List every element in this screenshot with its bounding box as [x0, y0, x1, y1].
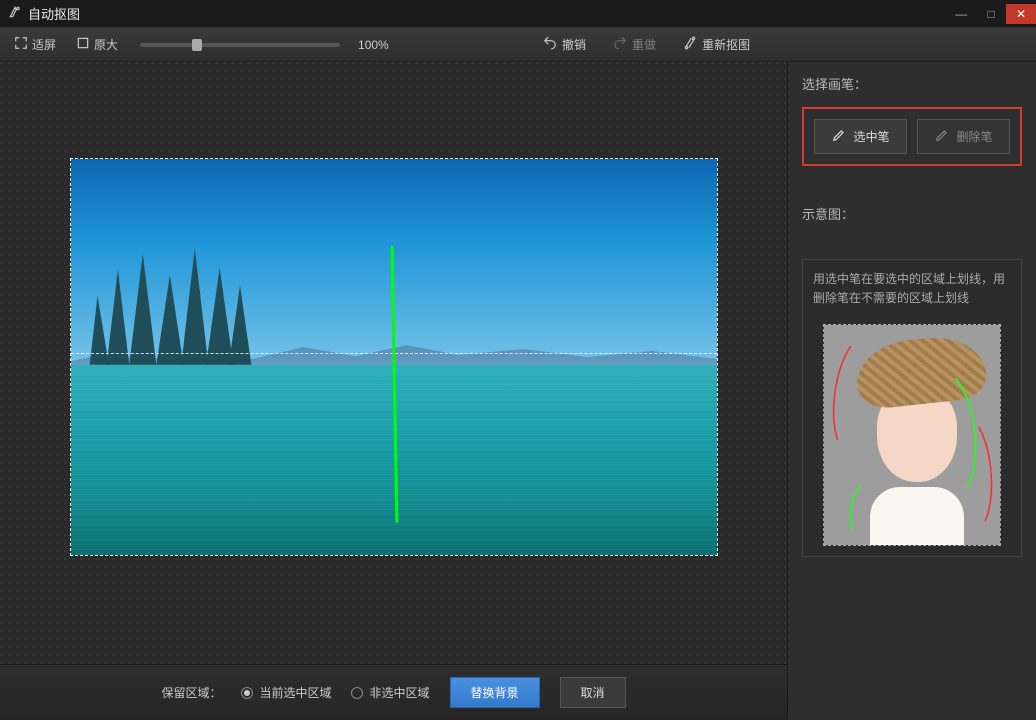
erase-brush-button[interactable]: 删除笔	[917, 119, 1010, 154]
keep-area-label: 保留区域：	[161, 684, 221, 701]
zoom-slider[interactable]	[140, 43, 340, 47]
recutout-label: 重新抠图	[702, 36, 750, 53]
canvas-area: 保留区域： 当前选中区域 非选中区域 替换背景 取消	[0, 62, 788, 720]
redo-label: 重做	[632, 36, 656, 53]
redo-button[interactable]: 重做	[608, 34, 660, 55]
toolbar: 适屏 原大 100% 撤销 重做	[0, 28, 1036, 62]
original-size-label: 原大	[94, 36, 118, 53]
example-group-label: 示意图：	[802, 204, 1022, 223]
fit-screen-icon	[14, 36, 28, 53]
hint-text: 用选中笔在要选中的区域上划线，用删除笔在不需要的区域上划线	[813, 270, 1011, 308]
radio-non-selected[interactable]: 非选中区域	[351, 684, 429, 701]
redo-icon	[612, 36, 628, 53]
canvas-image[interactable]	[70, 158, 718, 556]
select-brush-label: 选中笔	[853, 128, 889, 145]
select-brush-button[interactable]: 选中笔	[814, 119, 907, 154]
radio-current-selected[interactable]: 当前选中区域	[241, 684, 331, 701]
close-button[interactable]: ✕	[1006, 4, 1036, 24]
window-title: 自动抠图	[28, 4, 80, 23]
example-image	[823, 324, 1001, 546]
select-brush-icon	[831, 128, 847, 145]
app-icon	[8, 5, 22, 22]
scene-image	[71, 159, 717, 555]
brush-selector-box: 选中笔 删除笔	[802, 107, 1022, 166]
window-controls: — □ ✕	[946, 4, 1036, 24]
recutout-icon	[682, 36, 698, 53]
undo-button[interactable]: 撤销	[538, 34, 590, 55]
bottom-bar: 保留区域： 当前选中区域 非选中区域 替换背景 取消	[0, 664, 787, 720]
original-size-icon	[76, 36, 90, 53]
undo-icon	[542, 36, 558, 53]
main: 保留区域： 当前选中区域 非选中区域 替换背景 取消 选择画笔：	[0, 62, 1036, 720]
radio-non-label: 非选中区域	[369, 684, 429, 701]
brush-group-label: 选择画笔：	[802, 74, 1022, 93]
fit-screen-button[interactable]: 适屏	[10, 34, 60, 55]
canvas-viewport[interactable]	[0, 62, 787, 664]
cancel-button[interactable]: 取消	[560, 677, 626, 708]
undo-label: 撤销	[562, 36, 586, 53]
fit-screen-label: 适屏	[32, 36, 56, 53]
original-size-button[interactable]: 原大	[72, 34, 122, 55]
radio-dot-icon	[351, 687, 363, 699]
hint-panel: 用选中笔在要选中的区域上划线，用删除笔在不需要的区域上划线	[802, 259, 1022, 557]
radio-current-label: 当前选中区域	[259, 684, 331, 701]
radio-dot-icon	[241, 687, 253, 699]
zoom-value-label: 100%	[358, 38, 398, 52]
side-panel: 选择画笔： 选中笔 删除笔 示意图： 用选中笔在	[788, 62, 1036, 720]
replace-background-button[interactable]: 替换背景	[450, 677, 540, 708]
recutout-button[interactable]: 重新抠图	[678, 34, 754, 55]
zoom-slider-thumb[interactable]	[192, 39, 202, 51]
maximize-button[interactable]: □	[976, 4, 1006, 24]
minimize-button[interactable]: —	[946, 4, 976, 24]
titlebar: 自动抠图 — □ ✕	[0, 0, 1036, 28]
erase-brush-icon	[934, 128, 950, 145]
erase-brush-label: 删除笔	[956, 128, 992, 145]
